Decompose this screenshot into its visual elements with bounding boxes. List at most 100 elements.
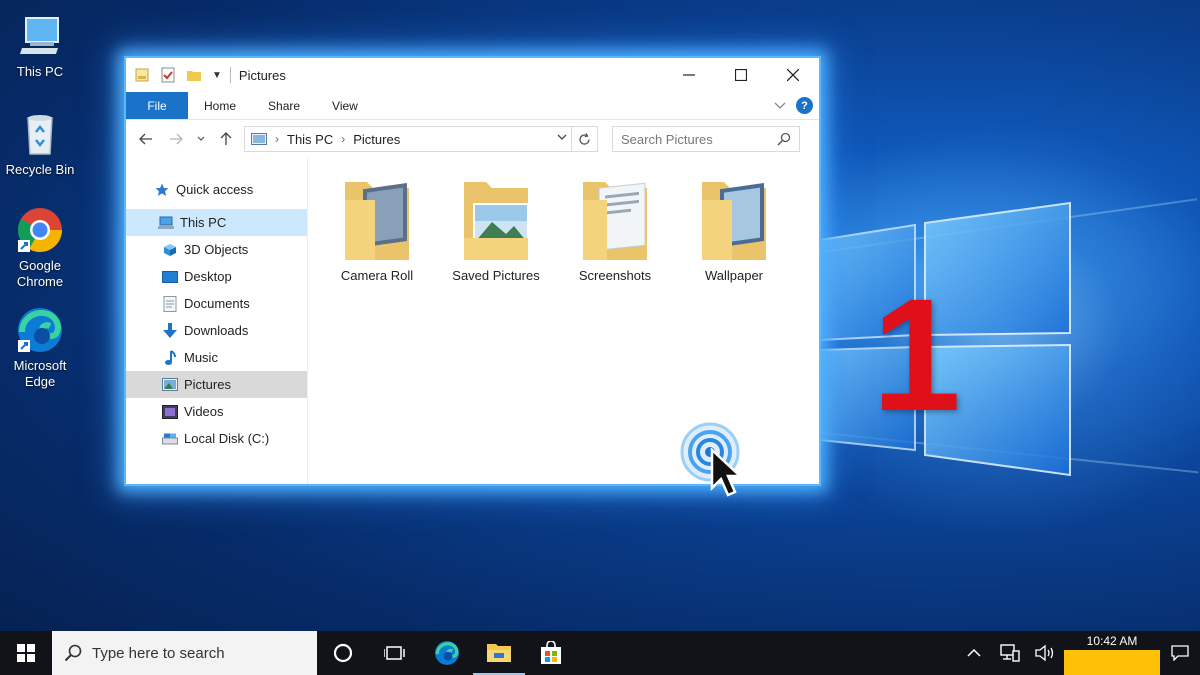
- pictures-location-icon: [251, 133, 267, 145]
- cube-icon: [162, 242, 178, 258]
- folder-saved-pictures[interactable]: Saved Pictures: [441, 178, 551, 283]
- edge-icon: [435, 641, 459, 665]
- folder-icon: [345, 182, 409, 260]
- search-placeholder: Search Pictures: [621, 131, 713, 147]
- sidebar-item-label: Desktop: [184, 269, 232, 284]
- desktop-icon-this-pc[interactable]: This PC: [4, 12, 76, 80]
- maximize-icon: [735, 69, 747, 81]
- tab-view[interactable]: View: [316, 92, 374, 119]
- folder-icon: [702, 182, 766, 260]
- start-button[interactable]: [0, 631, 52, 675]
- close-button[interactable]: [767, 58, 819, 92]
- folder-icon: [464, 182, 529, 260]
- action-center-button[interactable]: [1160, 631, 1200, 675]
- recent-locations-dropdown[interactable]: [194, 127, 208, 151]
- sidebar-item-label: Documents: [184, 296, 250, 311]
- tab-file[interactable]: File: [126, 92, 188, 119]
- chrome-icon: [18, 208, 62, 252]
- address-bar[interactable]: › This PC › Pictures: [244, 126, 598, 152]
- search-input[interactable]: Search Pictures: [612, 126, 800, 152]
- mouse-pointer-icon: [710, 448, 744, 497]
- expand-ribbon-chevron-icon[interactable]: [774, 102, 786, 110]
- file-explorer-icon: [487, 644, 511, 662]
- up-button[interactable]: [214, 127, 238, 151]
- disk-icon: [162, 431, 178, 447]
- taskbar-store-button[interactable]: [525, 631, 577, 675]
- taskbar-search-placeholder: Type here to search: [92, 644, 225, 662]
- desktop-icon-recycle-bin[interactable]: Recycle Bin: [4, 110, 76, 178]
- sidebar-item-local-disk[interactable]: Local Disk (C:): [126, 425, 307, 452]
- taskbar-edge-button[interactable]: [421, 631, 473, 675]
- clock[interactable]: 10:42 AM: [1064, 631, 1160, 675]
- sidebar-item-videos[interactable]: Videos: [126, 398, 307, 425]
- title-bar[interactable]: ▼ Pictures: [126, 58, 819, 92]
- speaker-icon: [1035, 644, 1054, 662]
- quick-access-toolbar-dropdown[interactable]: ▼: [212, 70, 222, 81]
- sidebar-item-label: Videos: [184, 404, 224, 419]
- star-icon: [154, 182, 170, 198]
- sidebar-item-documents[interactable]: Documents: [126, 290, 307, 317]
- sidebar-item-label: This PC: [180, 215, 227, 230]
- explorer-body: Quick access This PC 3D Objects Desktop …: [126, 158, 819, 497]
- chevron-down-icon: [557, 134, 567, 140]
- breadcrumb-pictures[interactable]: Pictures: [353, 132, 400, 147]
- sidebar-item-desktop[interactable]: Desktop: [126, 263, 307, 290]
- windows-logo-icon: [17, 644, 35, 662]
- folder-icon: [583, 182, 647, 260]
- chevron-up-icon: [967, 649, 981, 657]
- sidebar-item-quick-access[interactable]: Quick access: [126, 176, 307, 203]
- store-bag-icon: [541, 641, 561, 664]
- download-arrow-icon: [162, 322, 178, 339]
- desktop-icon-label: Microsoft Edge: [13, 358, 67, 389]
- sidebar-item-label: Music: [184, 350, 218, 365]
- desktop-icon-edge[interactable]: Microsoft Edge: [4, 306, 76, 390]
- desktop-icon-label: Google Chrome: [16, 258, 64, 289]
- file-list[interactable]: Camera Roll Saved Pictures Screenshots W…: [308, 158, 819, 497]
- search-icon: [64, 644, 82, 662]
- network-button[interactable]: [992, 631, 1028, 675]
- maximize-button[interactable]: [715, 58, 767, 92]
- sidebar-item-pictures[interactable]: Pictures: [126, 371, 307, 398]
- navigation-bar: › This PC › Pictures Search Pictures: [126, 120, 819, 158]
- desktop-icon: [162, 269, 178, 285]
- tab-share[interactable]: Share: [252, 92, 316, 119]
- show-hidden-icons-button[interactable]: [956, 631, 992, 675]
- desktop-icon-chrome[interactable]: Google Chrome: [4, 206, 76, 290]
- forward-button[interactable]: [164, 127, 188, 151]
- breadcrumb-separator: ›: [341, 132, 346, 146]
- minimize-button[interactable]: [663, 58, 715, 92]
- cortana-button[interactable]: [317, 631, 369, 675]
- refresh-button[interactable]: [571, 127, 597, 151]
- sidebar-item-this-pc[interactable]: This PC: [126, 209, 307, 236]
- tab-home[interactable]: Home: [188, 92, 252, 119]
- forward-arrow-icon: [170, 133, 183, 145]
- breadcrumb-this-pc[interactable]: This PC: [287, 132, 333, 147]
- ribbon-right: ?: [774, 97, 813, 114]
- task-view-button[interactable]: [369, 631, 421, 675]
- folder-wallpaper[interactable]: Wallpaper: [679, 178, 789, 283]
- help-button[interactable]: ?: [796, 97, 813, 114]
- back-arrow-icon: [139, 133, 152, 145]
- folder-screenshots[interactable]: Screenshots: [560, 178, 670, 283]
- sidebar-item-3d-objects[interactable]: 3D Objects: [126, 236, 307, 263]
- navigation-pane: Quick access This PC 3D Objects Desktop …: [126, 158, 308, 484]
- close-icon: [787, 69, 799, 81]
- refresh-icon: [579, 132, 590, 145]
- checkmark-properties-icon[interactable]: [160, 67, 176, 83]
- new-folder-icon[interactable]: [186, 67, 202, 83]
- properties-icon[interactable]: [134, 67, 150, 83]
- step-number-overlay: 1: [872, 265, 961, 444]
- recycle-bin-icon: [27, 115, 53, 155]
- address-dropdown[interactable]: [557, 131, 567, 143]
- clock-time: 10:42 AM: [1086, 634, 1138, 648]
- taskbar-search-box[interactable]: Type here to search: [52, 631, 317, 675]
- back-button[interactable]: [134, 127, 158, 151]
- sidebar-item-music[interactable]: Music: [126, 344, 307, 371]
- folder-camera-roll[interactable]: Camera Roll: [322, 178, 432, 283]
- sidebar-item-label: Downloads: [184, 323, 249, 338]
- this-pc-icon: [20, 17, 59, 54]
- folder-label: Screenshots: [578, 268, 652, 283]
- volume-button[interactable]: [1028, 631, 1064, 675]
- taskbar-file-explorer-button[interactable]: [473, 631, 525, 675]
- sidebar-item-downloads[interactable]: Downloads: [126, 317, 307, 344]
